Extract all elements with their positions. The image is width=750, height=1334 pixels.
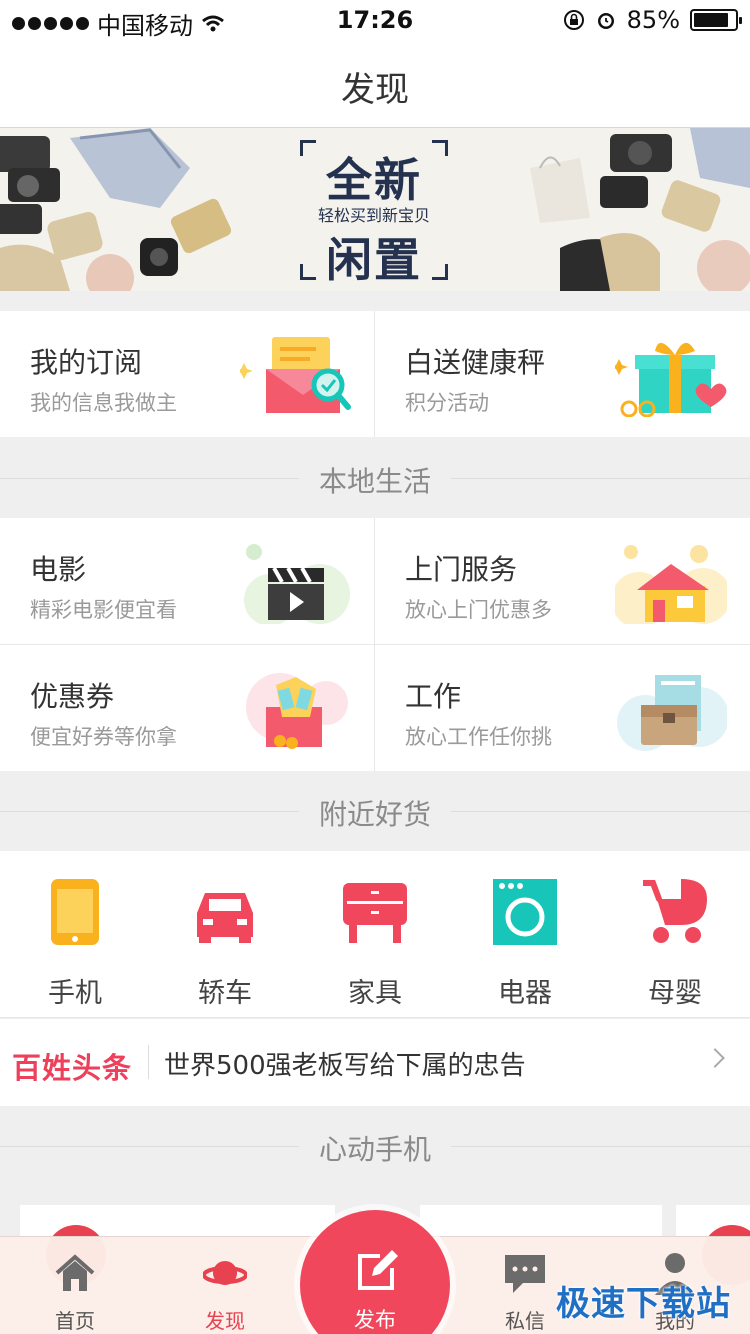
banner-tagline: 轻松买到新宝贝 — [317, 206, 430, 225]
promo-subtitle: 我的信息我做主 — [30, 391, 177, 415]
alarm-icon — [597, 13, 614, 29]
divider — [0, 644, 750, 645]
category-appliance[interactable]: 电器 — [450, 851, 600, 1018]
section-title: 心动手机 — [298, 1133, 451, 1166]
battery-label: 85% — [626, 6, 680, 34]
section-phones: 心动手机 — [0, 1106, 750, 1186]
status-bar: 中国移动 17:26 85% — [0, 0, 750, 40]
local-title: 工作 — [405, 680, 462, 713]
tab-home[interactable]: 首页 — [0, 1237, 150, 1334]
local-subtitle: 放心上门优惠多 — [405, 598, 552, 622]
category-car[interactable]: 轿车 — [150, 851, 300, 1018]
promo-title: 我的订阅 — [30, 346, 143, 379]
category-baby[interactable]: 母婴 — [600, 851, 750, 1018]
rotation-lock-icon — [563, 10, 584, 30]
divider — [148, 1045, 149, 1079]
promo-health-scale[interactable]: 白送健康秤 积分活动 — [375, 311, 749, 437]
banner-title-frame: 全新 轻松买到新宝贝 闲置 — [300, 140, 448, 287]
gift-box-icon — [615, 342, 727, 417]
section-title-wrap: 附近好货 — [0, 793, 750, 833]
chevron-right-icon — [705, 1048, 725, 1068]
watermark: 极速下载站 — [556, 1284, 731, 1324]
category-furniture[interactable]: 家具 — [300, 851, 450, 1018]
local-subtitle: 便宜好券等你拿 — [30, 725, 177, 749]
local-item-movie[interactable]: 电影 精彩电影便宜看 — [0, 518, 374, 644]
category-label: 母婴 — [648, 978, 702, 1009]
section-title: 附近好货 — [298, 798, 451, 831]
edit-icon — [358, 1250, 398, 1290]
nearby-categories: 手机 轿车 家具 电器 母婴 — [0, 851, 750, 1018]
cabinet-icon — [343, 883, 407, 943]
section-title: 本地生活 — [298, 465, 451, 498]
local-subtitle: 放心工作任你挑 — [405, 725, 552, 749]
local-item-coupon[interactable]: 优惠券 便宜好券等你拿 — [0, 645, 374, 771]
local-item-home-service[interactable]: 上门服务 放心上门优惠多 — [375, 518, 749, 644]
promo-subtitle: 积分活动 — [405, 391, 489, 415]
local-title: 优惠券 — [30, 680, 115, 713]
stroller-icon — [643, 879, 707, 943]
section-nearby: 附近好货 — [0, 771, 750, 851]
tab-discover[interactable]: 发现 — [150, 1237, 300, 1334]
banner-line1: 全新 — [326, 153, 422, 207]
section-title-wrap: 心动手机 — [0, 1128, 750, 1168]
washing-machine-icon — [493, 879, 557, 945]
home-icon — [55, 1254, 95, 1291]
status-right: 85% — [563, 6, 742, 34]
category-phone[interactable]: 手机 — [0, 851, 150, 1018]
coupon-envelope-icon — [246, 673, 348, 749]
section-title-wrap: 本地生活 — [0, 460, 750, 500]
battery-icon — [690, 9, 742, 31]
news-ticker[interactable]: 百姓头条 世界500强老板写给下属的忠告 — [0, 1019, 750, 1106]
subscription-envelope-icon — [240, 337, 351, 413]
local-item-jobs[interactable]: 工作 放心工作任你挑 — [375, 645, 749, 771]
message-icon — [505, 1255, 545, 1293]
tab-label: 发布 — [354, 1308, 396, 1332]
banner-line2: 闲置 — [326, 233, 422, 287]
local-life-grid: 电影 精彩电影便宜看 上门服务 放心上门优惠多 优惠券 便宜好券等你拿 工作 放… — [0, 518, 750, 771]
category-label: 轿车 — [198, 978, 252, 1009]
tab-label: 首页 — [55, 1309, 95, 1333]
tab-label: 发现 — [205, 1309, 245, 1333]
phone-icon — [51, 879, 99, 945]
briefcase-icon — [617, 675, 727, 751]
news-headline[interactable]: 世界500强老板写给下属的忠告 — [164, 1045, 526, 1082]
car-icon — [197, 893, 253, 943]
promo-banner[interactable]: 全新 轻松买到新宝贝 闲置 — [0, 128, 750, 291]
promo-grid: 我的订阅 我的信息我做主 白送健康秤 积分活动 — [0, 311, 750, 437]
local-title: 上门服务 — [405, 553, 518, 586]
news-brand-logo: 百姓头条 — [12, 1051, 133, 1085]
local-subtitle: 精彩电影便宜看 — [30, 598, 177, 622]
promo-subscription[interactable]: 我的订阅 我的信息我做主 — [0, 311, 374, 437]
nav-bar: 发现 — [0, 40, 750, 128]
divider — [374, 311, 375, 437]
clapperboard-icon — [244, 544, 350, 624]
page-title: 发现 — [341, 70, 409, 110]
category-label: 电器 — [498, 978, 552, 1009]
section-local-life: 本地生活 — [0, 438, 750, 518]
local-title: 电影 — [30, 553, 87, 586]
category-label: 手机 — [48, 978, 102, 1009]
promo-title: 白送健康秤 — [405, 346, 546, 379]
category-label: 家具 — [348, 978, 402, 1009]
house-icon — [615, 545, 727, 624]
planet-icon — [203, 1261, 247, 1285]
